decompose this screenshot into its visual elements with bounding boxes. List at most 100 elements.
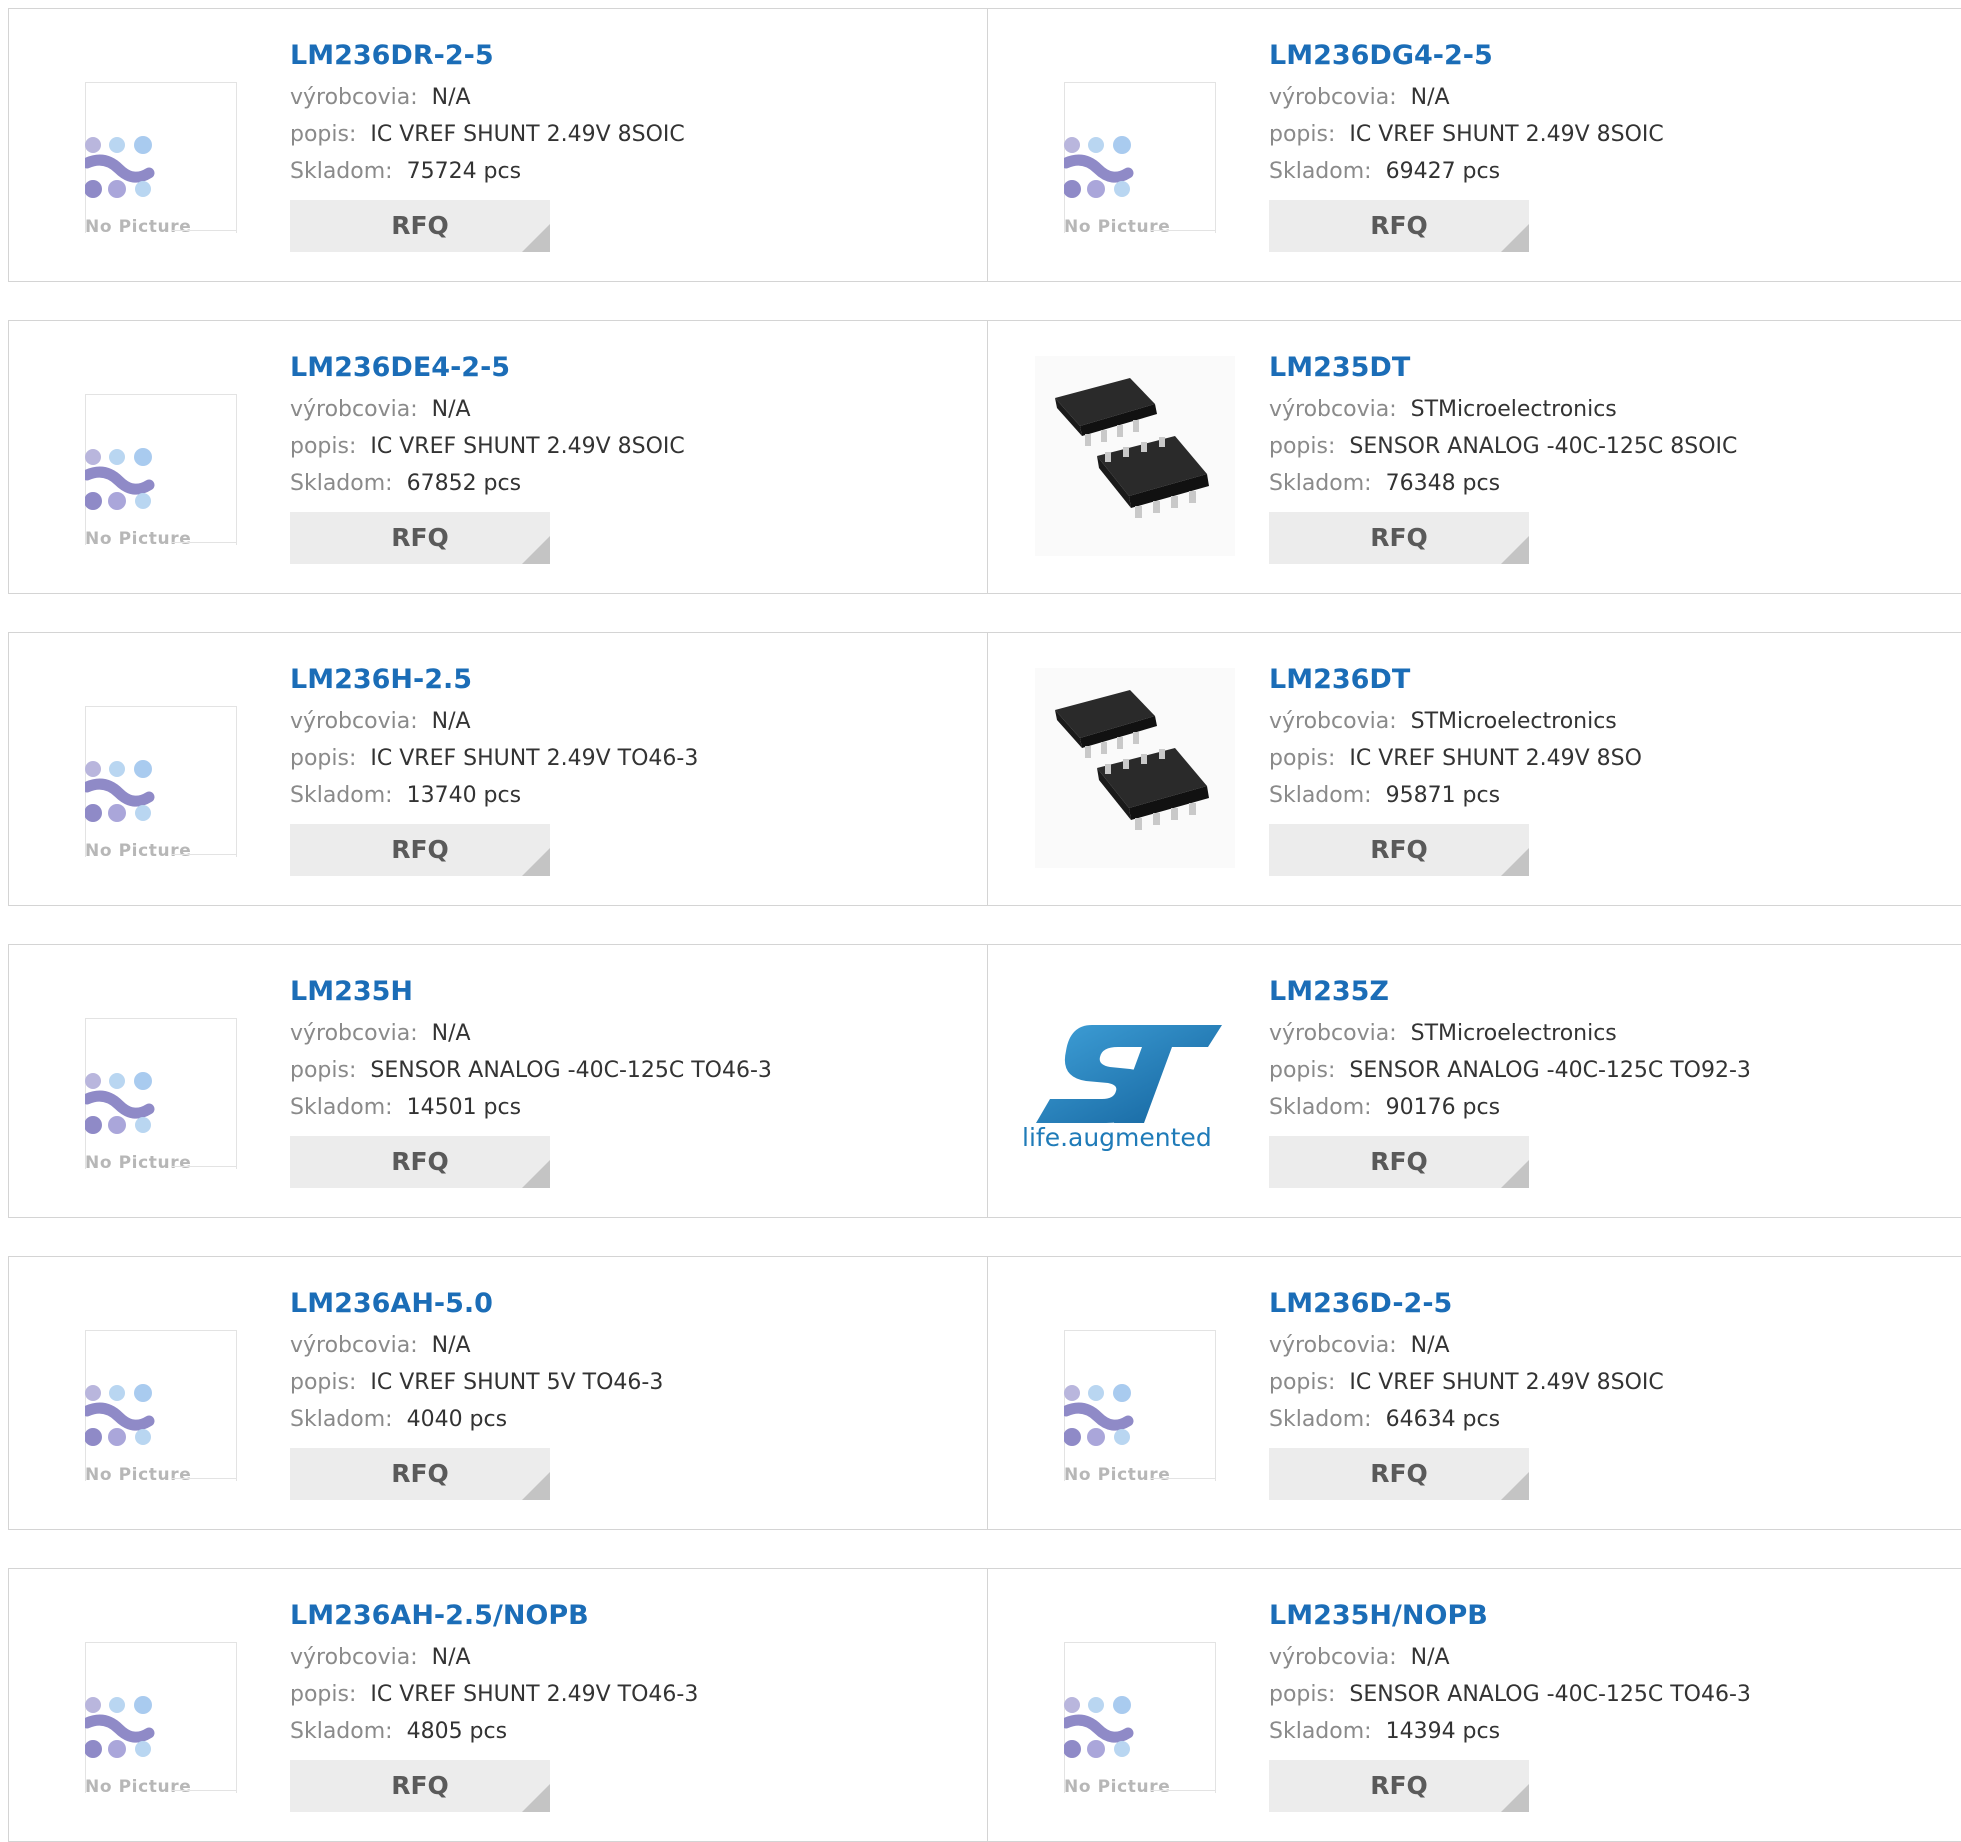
manufacturer-row: výrobcovia: N/A <box>1269 79 1949 116</box>
part-number-link[interactable]: LM236DT <box>1269 663 1949 703</box>
no-picture-placeholder: No Picture <box>66 676 266 876</box>
manufacturer-row: výrobcovia: N/A <box>1269 1327 1949 1364</box>
rfq-button[interactable]: RFQ <box>1269 512 1529 564</box>
no-picture-icon <box>85 1072 155 1134</box>
rfq-button[interactable]: RFQ <box>1269 1448 1529 1500</box>
part-number-link[interactable]: LM236AH-2.5/NOPB <box>290 1599 970 1639</box>
manufacturer-label: výrobcovia: <box>290 1645 418 1670</box>
part-number-link[interactable]: LM235H <box>290 975 970 1015</box>
rfq-button[interactable]: RFQ <box>290 200 550 252</box>
part-number-link[interactable]: LM236DR-2-5 <box>290 39 970 79</box>
rfq-label: RFQ <box>1370 523 1428 552</box>
part-number-link[interactable]: LM236AH-5.0 <box>290 1287 970 1327</box>
manufacturer-label: výrobcovia: <box>1269 1645 1397 1670</box>
description-value: SENSOR ANALOG -40C-125C TO92-3 <box>1349 1058 1751 1083</box>
manufacturer-value: N/A <box>431 1021 471 1046</box>
product-info: LM235H/NOPB výrobcovia: N/A popis: SENSOR … <box>1269 1599 1949 1812</box>
rfq-button[interactable]: RFQ <box>1269 1136 1529 1188</box>
no-picture-label: No Picture <box>1064 217 1171 237</box>
rfq-corner-decoration <box>522 1472 550 1500</box>
rfq-label: RFQ <box>1370 211 1428 240</box>
description-label: popis: <box>290 1370 357 1395</box>
no-picture-placeholder: No Picture <box>66 52 266 252</box>
rfq-button[interactable]: RFQ <box>290 1760 550 1812</box>
manufacturer-label: výrobcovia: <box>1269 85 1397 110</box>
rfq-corner-decoration <box>522 1784 550 1812</box>
description-value: SENSOR ANALOG -40C-125C TO46-3 <box>370 1058 772 1083</box>
no-picture-label: No Picture <box>1064 1465 1171 1485</box>
stock-row: Skladom: 69427 pcs <box>1269 153 1949 190</box>
description-row: popis: SENSOR ANALOG -40C-125C TO92-3 <box>1269 1052 1949 1089</box>
product-grid: No Picture LM236DR-2-5 výrobcovia: N/A po… <box>0 0 1961 1842</box>
description-row: popis: SENSOR ANALOG -40C-125C TO46-3 <box>290 1052 970 1089</box>
stock-value: 75724 pcs <box>406 159 522 184</box>
stock-label: Skladom: <box>290 1095 393 1120</box>
part-number-link[interactable]: LM235Z <box>1269 975 1949 1015</box>
stock-label: Skladom: <box>1269 1095 1372 1120</box>
manufacturer-value: STMicroelectronics <box>1410 397 1617 422</box>
manufacturer-row: výrobcovia: N/A <box>290 1639 970 1676</box>
rfq-corner-decoration <box>1501 1472 1529 1500</box>
manufacturer-label: výrobcovia: <box>290 1021 418 1046</box>
description-value: SENSOR ANALOG -40C-125C TO46-3 <box>1349 1682 1751 1707</box>
rfq-button[interactable]: RFQ <box>290 1448 550 1500</box>
part-number-link[interactable]: LM236H-2.5 <box>290 663 970 703</box>
no-picture-placeholder: No Picture <box>66 1612 266 1812</box>
stock-label: Skladom: <box>290 1719 393 1744</box>
manufacturer-row: výrobcovia: N/A <box>290 1327 970 1364</box>
stock-value: 4805 pcs <box>406 1719 508 1744</box>
rfq-button[interactable]: RFQ <box>1269 824 1529 876</box>
no-picture-label: No Picture <box>85 1777 192 1797</box>
part-number-link[interactable]: LM235DT <box>1269 351 1949 391</box>
part-number-link[interactable]: LM236DG4-2-5 <box>1269 39 1949 79</box>
manufacturer-row: výrobcovia: STMicroelectronics <box>1269 703 1949 740</box>
rfq-corner-decoration <box>522 224 550 252</box>
stock-label: Skladom: <box>1269 1719 1372 1744</box>
manufacturer-value: N/A <box>431 1333 471 1358</box>
product-card: No Picture LM235H/NOPB výrobcovia: N/A po… <box>987 1568 1961 1842</box>
product-card: No Picture LM236DR-2-5 výrobcovia: N/A po… <box>8 8 988 282</box>
rfq-button[interactable]: RFQ <box>1269 1760 1529 1812</box>
description-label: popis: <box>290 746 357 771</box>
product-info: LM236DG4-2-5 výrobcovia: N/A popis: IC VRE… <box>1269 39 1949 252</box>
manufacturer-value: N/A <box>431 85 471 110</box>
manufacturer-label: výrobcovia: <box>290 1333 418 1358</box>
description-row: popis: IC VREF SHUNT 2.49V 8SO <box>1269 740 1949 777</box>
part-number-link[interactable]: LM236DE4-2-5 <box>290 351 970 391</box>
stock-value: 14394 pcs <box>1385 1719 1501 1744</box>
product-card: No Picture LM236D-2-5 výrobcovia: N/A pop… <box>987 1256 1961 1530</box>
rfq-corner-decoration <box>1501 536 1529 564</box>
manufacturer-value: N/A <box>1410 1333 1450 1358</box>
manufacturer-label: výrobcovia: <box>1269 397 1397 422</box>
description-label: popis: <box>1269 1058 1336 1083</box>
no-picture-icon <box>85 760 155 822</box>
stock-value: 64634 pcs <box>1385 1407 1501 1432</box>
product-card: No Picture LM236H-2.5 výrobcovia: N/A pop… <box>8 632 988 906</box>
stock-label: Skladom: <box>1269 471 1372 496</box>
description-value: IC VREF SHUNT 2.49V 8SOIC <box>370 434 685 459</box>
manufacturer-label: výrobcovia: <box>1269 1333 1397 1358</box>
rfq-button[interactable]: RFQ <box>1269 200 1529 252</box>
manufacturer-label: výrobcovia: <box>290 85 418 110</box>
rfq-label: RFQ <box>391 211 449 240</box>
rfq-corner-decoration <box>522 848 550 876</box>
no-picture-icon <box>1064 1696 1134 1758</box>
part-number-link[interactable]: LM236D-2-5 <box>1269 1287 1949 1327</box>
description-row: popis: IC VREF SHUNT 2.49V TO46-3 <box>290 1676 970 1713</box>
part-number-link[interactable]: LM235H/NOPB <box>1269 1599 1949 1639</box>
rfq-button[interactable]: RFQ <box>290 824 550 876</box>
rfq-button[interactable]: RFQ <box>290 1136 550 1188</box>
description-label: popis: <box>1269 1370 1336 1395</box>
description-value: IC VREF SHUNT 2.49V TO46-3 <box>370 746 699 771</box>
product-info: LM236DT výrobcovia: STMicroelectronics po… <box>1269 663 1949 876</box>
manufacturer-label: výrobcovia: <box>1269 709 1397 734</box>
placeholder-underline <box>172 1166 236 1167</box>
description-value: IC VREF SHUNT 2.49V 8SO <box>1349 746 1642 771</box>
rfq-button[interactable]: RFQ <box>290 512 550 564</box>
no-picture-placeholder: No Picture <box>1045 52 1245 252</box>
manufacturer-label: výrobcovia: <box>1269 1021 1397 1046</box>
placeholder-underline <box>172 854 236 855</box>
description-label: popis: <box>1269 434 1336 459</box>
no-picture-label: No Picture <box>85 1153 192 1173</box>
description-row: popis: IC VREF SHUNT 2.49V 8SOIC <box>290 428 970 465</box>
